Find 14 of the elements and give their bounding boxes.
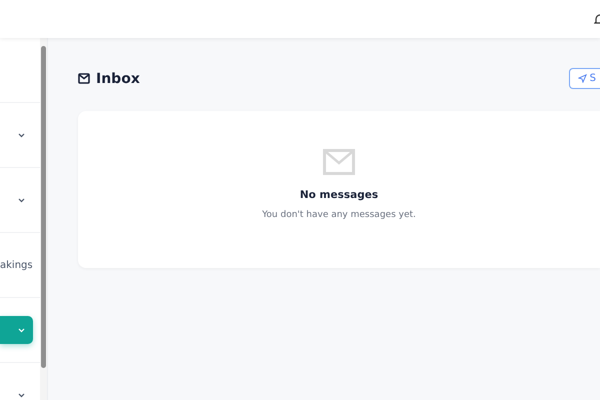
envelope-icon [323,149,355,175]
send-icon [578,74,587,83]
page-title-text: Inbox [96,70,140,86]
chevron-down-icon [18,198,25,202]
chevron-down-icon [18,392,25,398]
scrollbar-thumb[interactable] [41,46,46,368]
sidebar-label: akings [0,260,33,270]
empty-state-title: No messages [300,189,378,201]
chevron-down-icon [18,132,25,138]
mail-icon [78,73,90,84]
bell-icon[interactable] [594,13,600,25]
empty-state-message: You don't have any messages yet. [262,210,416,220]
send-button[interactable]: S [568,68,600,89]
chevron-down-icon [18,328,25,332]
